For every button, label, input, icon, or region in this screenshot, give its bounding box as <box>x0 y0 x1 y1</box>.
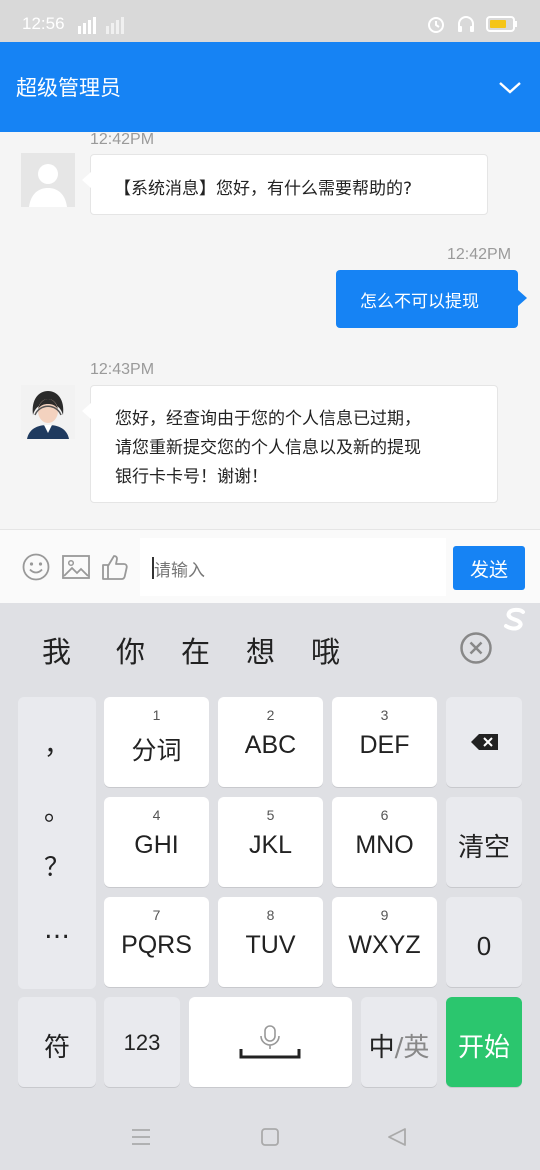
candidate-word[interactable]: 哦 <box>311 629 340 671</box>
image-icon[interactable] <box>61 552 91 582</box>
send-button[interactable]: 发送 <box>453 546 525 590</box>
message-bubble: 您好，经查询由于您的个人信息已过期， 请您重新提交您的个人信息以及新的提现 银行… <box>82 385 498 503</box>
message-bubble: 【系统消息】您好，有什么需要帮助的? <box>82 154 488 215</box>
status-bar: 12:56 <box>0 0 540 42</box>
key-4[interactable]: 4 GHI <box>104 797 209 887</box>
candidate-word[interactable]: 我 <box>42 629 71 671</box>
key-8[interactable]: 8 TUV <box>218 897 323 987</box>
key-1[interactable]: 1 分词 <box>104 697 209 787</box>
close-candidates-icon[interactable] <box>459 631 493 665</box>
candidate-word[interactable]: 你 <box>116 629 145 671</box>
punct-key[interactable]: 。 <box>18 791 96 828</box>
default-avatar-icon <box>21 153 75 207</box>
message-input[interactable]: 请输入 <box>140 538 446 596</box>
punct-key[interactable]: ？ <box>18 847 96 884</box>
candidate-word[interactable]: 想 <box>246 629 275 671</box>
clear-key[interactable]: 清空 <box>446 797 522 887</box>
key-2[interactable]: 2 ABC <box>218 697 323 787</box>
microphone-icon <box>239 1025 301 1059</box>
key-3[interactable]: 3 DEF <box>332 697 437 787</box>
message-input-bar: 请输入 发送 <box>0 529 540 603</box>
backspace-key[interactable] <box>446 697 522 787</box>
page-title: 超级管理员 <box>16 76 121 100</box>
message-timestamp: 12:42PM <box>90 132 155 148</box>
go-key[interactable]: 开始 <box>446 997 522 1087</box>
system-nav-bar <box>0 1106 540 1170</box>
headset-icon <box>458 16 474 32</box>
menu-icon[interactable] <box>131 1128 151 1146</box>
key-9[interactable]: 9 WXYZ <box>332 897 437 987</box>
emoji-icon[interactable] <box>21 552 51 582</box>
punctuation-column: ， 。 ？ … <box>18 697 96 989</box>
symbol-key[interactable]: 符 <box>18 997 96 1087</box>
chevron-down-icon[interactable] <box>498 77 522 97</box>
ime-keyboard: 我 你 在 想 哦 ， 。 ？ … 1 分词 2 ABC 3 DEF 4 GHI… <box>0 603 540 1170</box>
number-mode-key[interactable]: 123 <box>104 997 180 1087</box>
message-timestamp: 12:43PM <box>90 361 155 378</box>
message-text: 怎么不可以提现 <box>360 292 479 312</box>
message-text: 您好，经查询由于您的个人信息已过期， 请您重新提交您的个人信息以及新的提现 银行… <box>115 409 421 487</box>
message-timestamp: 12:42PM <box>447 246 512 263</box>
candidate-word[interactable]: 在 <box>181 629 210 671</box>
chat-messages: 12:42PM 【系统消息】您好，有什么需要帮助的? 12:42PM 怎么不可以… <box>0 132 540 529</box>
key-5[interactable]: 5 JKL <box>218 797 323 887</box>
alarm-icon <box>428 17 444 33</box>
key-0[interactable]: 0 <box>446 897 522 987</box>
clock: 12:56 <box>22 14 65 33</box>
backspace-icon <box>471 734 498 750</box>
back-icon[interactable] <box>387 1127 407 1147</box>
signal-icon <box>78 17 124 34</box>
agent-avatar <box>21 385 75 439</box>
space-key[interactable] <box>189 997 352 1087</box>
message-bubble-outgoing: 怎么不可以提现 <box>336 270 527 328</box>
punct-key[interactable]: … <box>18 915 96 945</box>
battery-icon <box>486 16 517 32</box>
message-text: 【系统消息】您好，有什么需要帮助的? <box>114 179 413 199</box>
key-6[interactable]: 6 MNO <box>332 797 437 887</box>
thumbs-up-icon[interactable] <box>100 552 130 582</box>
chat-header: 超级管理员 <box>0 42 540 132</box>
sogou-logo-icon <box>504 607 525 631</box>
punct-key[interactable]: ， <box>18 725 96 762</box>
home-icon[interactable] <box>260 1128 280 1146</box>
key-7[interactable]: 7 PQRS <box>104 897 209 987</box>
input-placeholder: 请输入 <box>154 561 205 581</box>
language-toggle-key[interactable]: 中/英 <box>361 997 437 1087</box>
